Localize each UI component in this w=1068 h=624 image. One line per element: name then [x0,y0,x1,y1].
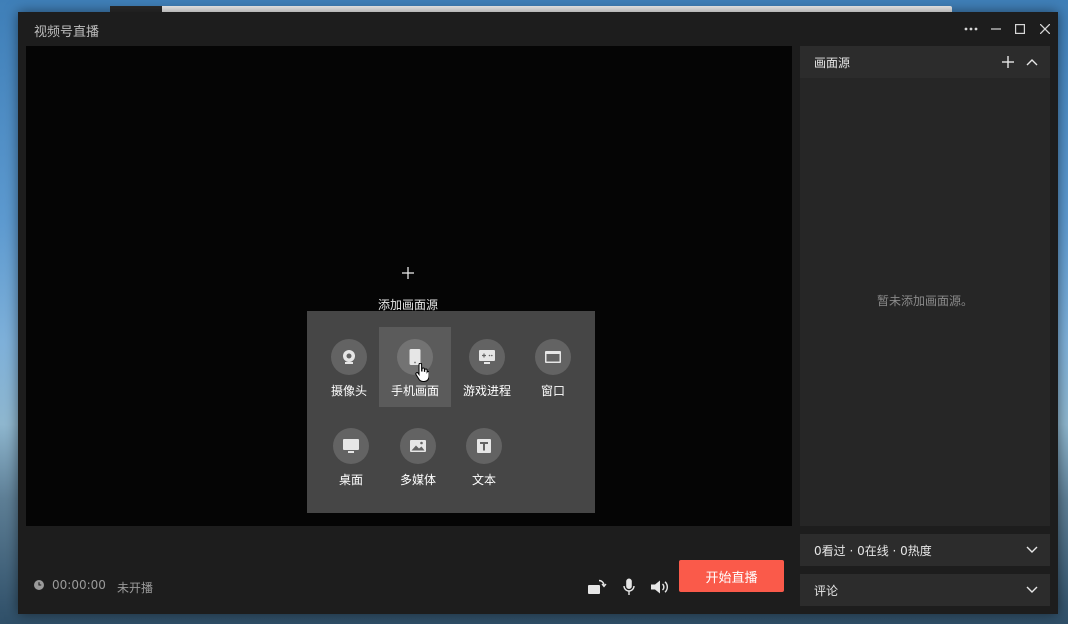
source-panel: 画面源 暂未添加画面源。 [800,46,1050,526]
chevron-up-icon[interactable] [1023,53,1041,71]
image-icon [400,428,436,464]
app-window: 视频号直播 添加画面源 摄像头 手机画面 游戏进程 窗口 桌面 多媒体 文本 0… [18,12,1058,614]
source-menu: 摄像头 手机画面 游戏进程 窗口 桌面 多媒体 文本 [307,311,595,513]
menu-item-label: 游戏进程 [462,384,511,398]
menu-item-text[interactable]: 文本 [448,416,520,496]
window-icon [535,339,571,375]
menu-item-label: 摄像头 [330,384,367,398]
chevron-down-icon[interactable] [1024,582,1040,598]
menu-item-label: 窗口 [540,384,565,398]
plus-icon[interactable] [398,262,418,282]
game-icon [469,339,505,375]
menu-item-window[interactable]: 窗口 [517,327,589,407]
menu-item-label: 多媒体 [399,473,436,487]
timer: 00:00:00 [34,578,106,592]
title-bar: 视频号直播 [18,12,1058,46]
stats-bar[interactable]: 0看过 · 0在线 · 0热度 [800,534,1050,566]
stats-text: 0看过 · 0在线 · 0热度 [814,544,932,558]
menu-item-label: 桌面 [338,473,363,487]
window-title: 视频号直播 [34,25,100,40]
minimize-icon[interactable] [985,18,1007,40]
bottom-control-bar: 00:00:00 未开播 开始直播 [26,526,792,614]
text-icon [466,428,502,464]
rotate-screen-icon[interactable] [587,577,607,597]
timer-value: 00:00:00 [52,578,106,592]
empty-source-message: 暂未添加画面源。 [876,294,973,308]
menu-item-media[interactable]: 多媒体 [382,416,454,496]
microphone-icon[interactable] [619,577,639,597]
menu-item-game[interactable]: 游戏进程 [451,327,523,407]
add-source-plus-icon[interactable] [999,53,1017,71]
desktop-icon [333,428,369,464]
menu-item-label: 文本 [471,473,496,487]
speaker-icon[interactable] [650,577,670,597]
start-live-button[interactable]: 开始直播 [679,560,784,592]
chevron-down-icon[interactable] [1024,542,1040,558]
camera-icon [331,339,367,375]
menu-item-phone[interactable]: 手机画面 [379,327,451,407]
more-icon[interactable] [960,18,982,40]
preview-canvas[interactable]: 添加画面源 摄像头 手机画面 游戏进程 窗口 桌面 多媒体 文本 [26,46,792,526]
menu-item-camera[interactable]: 摄像头 [313,327,385,407]
comments-bar[interactable]: 评论 [800,574,1050,606]
maximize-icon[interactable] [1009,18,1031,40]
menu-item-desktop[interactable]: 桌面 [315,416,387,496]
source-panel-header: 画面源 [800,46,1050,78]
close-icon[interactable] [1034,18,1056,40]
hand-cursor-icon [415,362,430,387]
comments-label: 评论 [814,584,839,598]
live-status: 未开播 [117,581,154,595]
source-panel-title: 画面源 [814,56,851,70]
clock-icon [34,580,44,590]
